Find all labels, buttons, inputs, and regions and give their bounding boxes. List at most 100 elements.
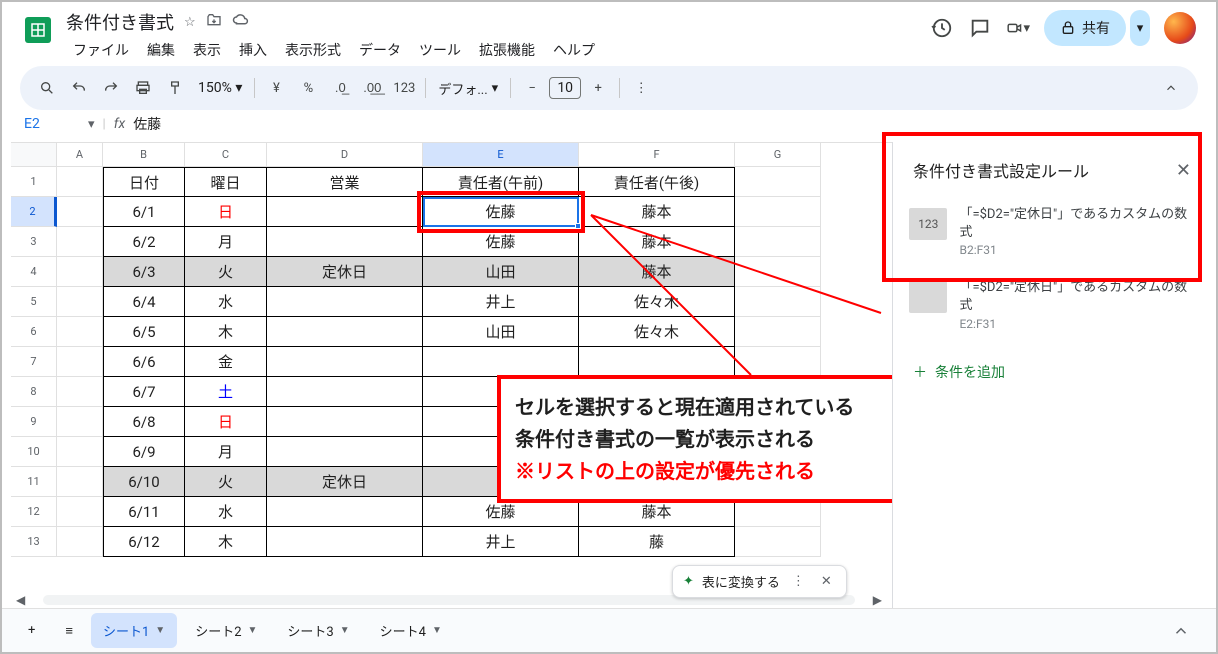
add-sheet-button[interactable]: +: [16, 615, 47, 646]
row-header-6[interactable]: 6: [11, 317, 57, 347]
cell-C6[interactable]: 木: [185, 317, 267, 347]
row-header-9[interactable]: 9: [11, 407, 57, 437]
menu-tools[interactable]: ツール: [412, 36, 468, 64]
row-header-2[interactable]: 2: [11, 197, 57, 227]
cell-B10[interactable]: 6/9: [103, 437, 185, 467]
cell-G3[interactable]: [735, 227, 821, 257]
cell-E1[interactable]: 責任者(午前): [423, 167, 579, 197]
cell-B1[interactable]: 日付: [103, 167, 185, 197]
row-header-8[interactable]: 8: [11, 377, 57, 407]
cell-A10[interactable]: [57, 437, 103, 467]
cell-D8[interactable]: [267, 377, 423, 407]
history-icon[interactable]: [930, 16, 954, 40]
col-header-A[interactable]: A: [57, 143, 103, 167]
formula-bar[interactable]: 佐藤: [133, 114, 161, 134]
cell-C7[interactable]: 金: [185, 347, 267, 377]
format-percent-button[interactable]: %: [293, 73, 323, 103]
add-rule-button[interactable]: ＋ 条件を追加: [893, 348, 1207, 396]
cell-E5[interactable]: 井上: [423, 287, 579, 317]
cell-A12[interactable]: [57, 497, 103, 527]
cell-D6[interactable]: [267, 317, 423, 347]
hscroll-right[interactable]: ▶: [869, 593, 886, 607]
cell-F7[interactable]: [579, 347, 735, 377]
menu-edit[interactable]: 編集: [140, 36, 182, 64]
panel-close-button[interactable]: ✕: [1176, 160, 1191, 181]
menu-insert[interactable]: 挿入: [232, 36, 274, 64]
name-box[interactable]: E2: [20, 114, 80, 134]
sheet-tab-4[interactable]: シート4▼: [368, 613, 454, 648]
cell-C8[interactable]: 土: [185, 377, 267, 407]
cell-G7[interactable]: [735, 347, 821, 377]
star-icon[interactable]: ☆: [184, 15, 196, 30]
cell-A7[interactable]: [57, 347, 103, 377]
row-header-4[interactable]: 4: [11, 257, 57, 287]
sheets-logo[interactable]: [18, 10, 58, 50]
move-icon[interactable]: [206, 12, 222, 32]
font-size-input[interactable]: 10: [549, 77, 581, 99]
menu-format[interactable]: 表示形式: [278, 36, 348, 64]
select-all-corner[interactable]: [11, 143, 57, 167]
cell-G6[interactable]: [735, 317, 821, 347]
cell-D11[interactable]: 定休日: [267, 467, 423, 497]
more-toolbar-button[interactable]: ⋮: [626, 73, 656, 103]
comment-icon[interactable]: [968, 16, 992, 40]
cell-D13[interactable]: [267, 527, 423, 557]
increase-font-button[interactable]: +: [583, 73, 613, 103]
row-header-10[interactable]: 10: [11, 437, 57, 467]
cell-C4[interactable]: 火: [185, 257, 267, 287]
cell-E3[interactable]: 佐藤: [423, 227, 579, 257]
redo-button[interactable]: [96, 73, 126, 103]
cell-E7[interactable]: [423, 347, 579, 377]
cell-D2[interactable]: [267, 197, 423, 227]
col-header-E[interactable]: E: [423, 143, 579, 167]
cell-B11[interactable]: 6/10: [103, 467, 185, 497]
share-dropdown[interactable]: ▾: [1130, 10, 1150, 46]
col-header-C[interactable]: C: [185, 143, 267, 167]
cell-E4[interactable]: 山田: [423, 257, 579, 287]
menu-view[interactable]: 表示: [186, 36, 228, 64]
cell-F6[interactable]: 佐々木: [579, 317, 735, 347]
zoom-select[interactable]: 150% ▾: [192, 80, 248, 96]
increase-decimals-button[interactable]: .0̲0̲: [357, 73, 387, 103]
cell-C1[interactable]: 曜日: [185, 167, 267, 197]
cell-F1[interactable]: 責任者(午後): [579, 167, 735, 197]
rule-item-0[interactable]: 123 「=$D2="定休日"」であるカスタムの数式 B2:F31: [893, 196, 1207, 269]
cell-G13[interactable]: [735, 527, 821, 557]
menu-data[interactable]: データ: [352, 36, 408, 64]
share-button[interactable]: 共有: [1044, 10, 1126, 46]
cell-C11[interactable]: 火: [185, 467, 267, 497]
cell-F4[interactable]: 藤本: [579, 257, 735, 287]
paint-format-button[interactable]: [160, 73, 190, 103]
meet-icon[interactable]: ▾: [1006, 16, 1030, 40]
chip-close-button[interactable]: ✕: [817, 574, 836, 589]
sheet-tab-2[interactable]: シート2▼: [183, 613, 269, 648]
cell-A2[interactable]: [57, 197, 103, 227]
cell-A8[interactable]: [57, 377, 103, 407]
row-header-3[interactable]: 3: [11, 227, 57, 257]
cell-F2[interactable]: 藤本: [579, 197, 735, 227]
cell-G1[interactable]: [735, 167, 821, 197]
search-menus-button[interactable]: [32, 73, 62, 103]
more-formats-button[interactable]: 123: [389, 73, 419, 103]
cell-C9[interactable]: 日: [185, 407, 267, 437]
cell-A13[interactable]: [57, 527, 103, 557]
col-header-G[interactable]: G: [735, 143, 821, 167]
explore-button[interactable]: [1160, 614, 1202, 648]
row-header-5[interactable]: 5: [11, 287, 57, 317]
col-header-B[interactable]: B: [103, 143, 185, 167]
cell-B9[interactable]: 6/8: [103, 407, 185, 437]
chip-more-button[interactable]: ⋮: [788, 574, 809, 589]
cell-A1[interactable]: [57, 167, 103, 197]
col-header-D[interactable]: D: [267, 143, 423, 167]
row-header-11[interactable]: 11: [11, 467, 57, 497]
cell-D1[interactable]: 営業: [267, 167, 423, 197]
cell-D5[interactable]: [267, 287, 423, 317]
menu-file[interactable]: ファイル: [66, 36, 136, 64]
cell-G5[interactable]: [735, 287, 821, 317]
cell-C5[interactable]: 水: [185, 287, 267, 317]
chip-label[interactable]: 表に変換する: [702, 572, 780, 591]
cell-D12[interactable]: [267, 497, 423, 527]
menu-help[interactable]: ヘルプ: [546, 36, 602, 64]
cell-G2[interactable]: [735, 197, 821, 227]
all-sheets-button[interactable]: ≡: [53, 615, 85, 647]
